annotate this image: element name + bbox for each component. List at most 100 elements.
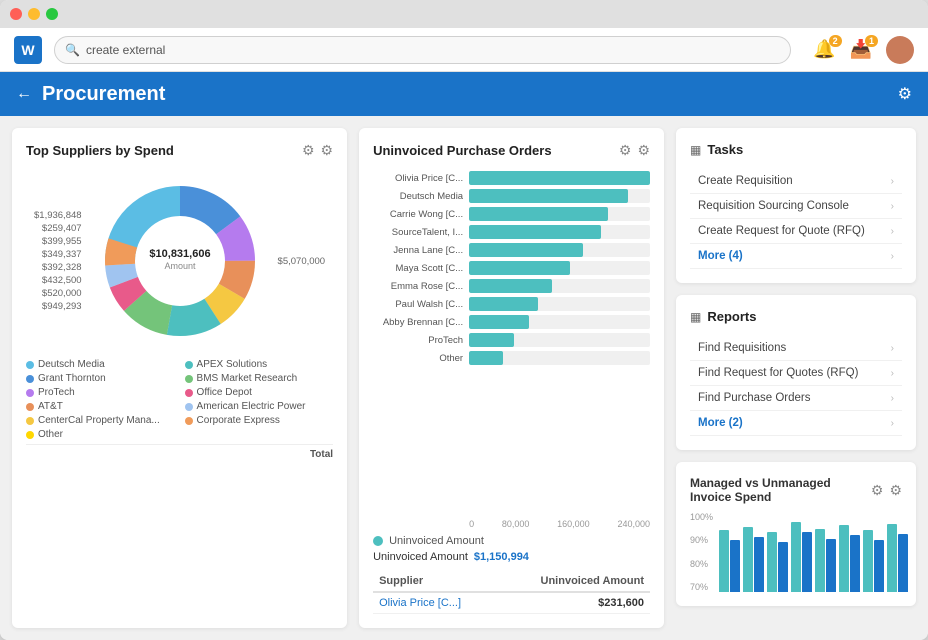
- menu-item-create-req[interactable]: Create Requisition ›: [690, 169, 902, 194]
- menu-item-label: Find Request for Quotes (RFQ): [698, 367, 858, 379]
- managed-card: Managed vs Unmanaged Invoice Spend ⚙ ⚙ 1…: [676, 462, 916, 606]
- close-btn[interactable]: [10, 8, 22, 20]
- tasks-section-title: Tasks: [707, 142, 743, 157]
- settings-icon[interactable]: ⚙: [898, 84, 912, 104]
- chevron-right-icon: ›: [891, 368, 894, 379]
- menu-item-find-po[interactable]: Find Purchase Orders ›: [690, 386, 902, 411]
- tasks-card-header: ▦ Tasks: [690, 142, 902, 157]
- bar-group: [887, 524, 908, 592]
- legend-dot: [26, 403, 34, 411]
- managed-card-icons[interactable]: ⚙ ⚙: [871, 482, 902, 499]
- bar-row: Olivia Price [C...: [373, 171, 650, 185]
- axis-label: 0: [469, 519, 474, 529]
- settings4-icon[interactable]: ⚙: [889, 482, 902, 499]
- teal-bar: [815, 529, 825, 592]
- col-amount: Uninvoiced Amount: [497, 571, 650, 592]
- menu-item-more-tasks[interactable]: More (4) ›: [690, 244, 902, 269]
- notifications-button[interactable]: 🔔 2: [813, 39, 835, 60]
- bar-fill: [469, 279, 552, 293]
- tasks-menu: Create Requisition › Requisition Sourcin…: [690, 169, 902, 269]
- axis-label: 80,000: [502, 519, 530, 529]
- bar-label: Other: [373, 353, 463, 364]
- search-bar[interactable]: 🔍 create external: [54, 36, 791, 64]
- y-label: 90%: [690, 535, 713, 545]
- messages-badge: 1: [865, 35, 878, 47]
- bar-track: [469, 207, 650, 221]
- maximize-btn[interactable]: [46, 8, 58, 20]
- legend-label: Office Depot: [197, 387, 252, 398]
- bar-label: Olivia Price [C...: [373, 173, 463, 184]
- filter3-icon[interactable]: ⚙: [871, 482, 884, 499]
- chevron-right-icon: ›: [891, 226, 894, 237]
- chevron-right-icon: ›: [891, 343, 894, 354]
- menu-more-label: More (2): [698, 417, 743, 429]
- teal-bar: [791, 522, 801, 592]
- search-icon: 🔍: [65, 43, 80, 57]
- menu-item-more-reports[interactable]: More (2) ›: [690, 411, 902, 436]
- bar-fill: [469, 261, 570, 275]
- blue-bar: [802, 532, 812, 592]
- tasks-icon: ▦: [690, 143, 701, 157]
- legend-item: AT&T: [26, 401, 175, 412]
- reports-section-title: Reports: [707, 309, 756, 324]
- menu-item-find-req[interactable]: Find Requisitions ›: [690, 336, 902, 361]
- tasks-card: ▦ Tasks Create Requisition › Requisition…: [676, 128, 916, 283]
- bar-track: [469, 333, 650, 347]
- card-actions[interactable]: ⚙ ⚙: [302, 142, 333, 159]
- bar-row: Paul Walsh [C...: [373, 297, 650, 311]
- blue-bar: [754, 537, 764, 592]
- menu-item-label: Create Request for Quote (RFQ): [698, 225, 865, 237]
- supplier-link[interactable]: Olivia Price [C...]: [379, 597, 461, 609]
- bar-group: [767, 532, 788, 592]
- bar-group: [791, 522, 812, 592]
- bar-group: [815, 529, 836, 592]
- supplier-table: Supplier Uninvoiced Amount Olivia Price …: [373, 571, 650, 614]
- legend-label: BMS Market Research: [197, 373, 298, 384]
- uninvoiced-title: Uninvoiced Purchase Orders: [373, 143, 551, 158]
- legend-item: Office Depot: [185, 387, 334, 398]
- back-button[interactable]: ←: [16, 85, 32, 103]
- legend-label: APEX Solutions: [197, 359, 268, 370]
- chevron-right-icon: ›: [891, 251, 894, 262]
- bar-track: [469, 189, 650, 203]
- workday-logo: W: [14, 36, 42, 64]
- bar-label: Emma Rose [C...: [373, 281, 463, 292]
- avatar[interactable]: [886, 36, 914, 64]
- menu-item-create-rfq[interactable]: Create Request for Quote (RFQ) ›: [690, 219, 902, 244]
- bar-label: Abby Brennan [C...: [373, 317, 463, 328]
- page-title: Procurement: [42, 83, 888, 106]
- messages-button[interactable]: 📥 1: [850, 39, 872, 60]
- settings2-icon[interactable]: ⚙: [321, 142, 334, 159]
- bar-track: [469, 261, 650, 275]
- bar-label: Deutsch Media: [373, 191, 463, 202]
- menu-item-label: Create Requisition: [698, 175, 793, 187]
- menu-item-label: Find Requisitions: [698, 342, 786, 354]
- minimize-btn[interactable]: [28, 8, 40, 20]
- reports-card: ▦ Reports Find Requisitions › Find Reque…: [676, 295, 916, 450]
- filter2-icon[interactable]: ⚙: [619, 142, 632, 159]
- card-actions[interactable]: ⚙ ⚙: [619, 142, 650, 159]
- y-label: 70%: [690, 582, 713, 592]
- menu-more-label: More (4): [698, 250, 743, 262]
- chevron-right-icon: ›: [891, 418, 894, 429]
- bar-group: [743, 527, 764, 592]
- legend-item: CenterCal Property Mana...: [26, 415, 175, 426]
- uninvoiced-card: Uninvoiced Purchase Orders ⚙ ⚙ Olivia Pr…: [359, 128, 664, 628]
- axis-label: 160,000: [557, 519, 590, 529]
- bar-chart: Olivia Price [C... Deutsch Media Carrie …: [373, 171, 650, 515]
- donut-right-label: $5,070,000: [278, 256, 326, 267]
- menu-item-req-sourcing[interactable]: Requisition Sourcing Console ›: [690, 194, 902, 219]
- legend-dot: [26, 389, 34, 397]
- y-axis: 100% 90% 80% 70%: [690, 512, 713, 592]
- bar-row: Carrie Wong [C...: [373, 207, 650, 221]
- donut-chart: $10,831,606 Amount: [90, 171, 270, 351]
- donut-label-2: $259,407: [34, 223, 82, 234]
- legend-dot: [185, 417, 193, 425]
- legend-dot: [185, 375, 193, 383]
- bar-row: ProTech: [373, 333, 650, 347]
- menu-item-find-rfq[interactable]: Find Request for Quotes (RFQ) ›: [690, 361, 902, 386]
- blue-bar: [826, 539, 836, 592]
- legend-label: ProTech: [38, 387, 75, 398]
- filter-icon[interactable]: ⚙: [302, 142, 315, 159]
- settings3-icon[interactable]: ⚙: [637, 142, 650, 159]
